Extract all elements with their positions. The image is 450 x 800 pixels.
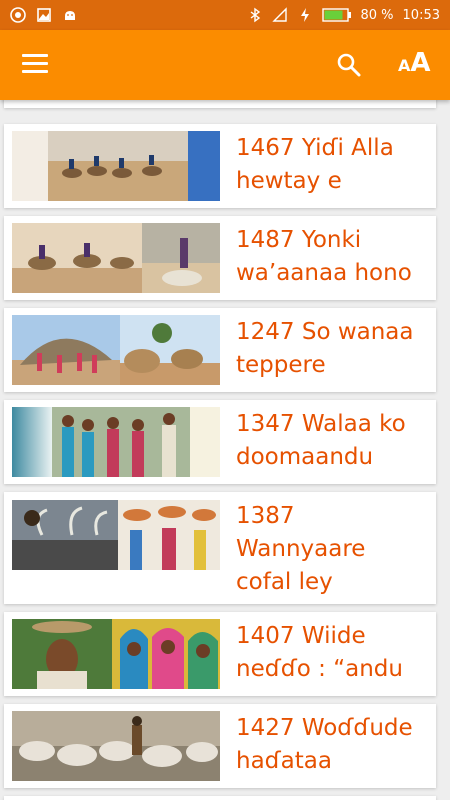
article-title: 1427 Woɗɗude haɗataa [236, 715, 413, 774]
bluetooth-icon [250, 7, 260, 23]
signal-icon [271, 7, 287, 22]
list-item[interactable]: 1487 Yonki wa’aanaa hono [4, 216, 436, 300]
article-title: 1387 Wannyaare cofal ley [236, 503, 366, 595]
status-bar: 80 % 10:53 [0, 0, 450, 30]
font-size-icon[interactable]: AA [398, 48, 431, 78]
image-notification-icon [37, 8, 51, 22]
list-item[interactable]: 1467 Yiɗi Alla hewtay e [4, 124, 436, 208]
list-item[interactable]: 1387 Wannyaare cofal ley [4, 492, 436, 604]
charging-icon [300, 8, 309, 22]
article-title: 1407 Wiide neɗɗo : “andu [236, 623, 403, 682]
list-item-partial[interactable] [4, 100, 436, 108]
article-thumbnail [12, 619, 220, 689]
article-title: 1347 Walaa ko doomaandu [236, 411, 406, 470]
article-title: 1467 Yiɗi Alla hewtay e [236, 135, 394, 194]
battery-icon [321, 8, 351, 22]
app-notification-icon [10, 7, 26, 23]
android-notification-icon [65, 11, 75, 20]
battery-percent: 80 % [360, 7, 394, 23]
article-thumbnail [12, 315, 220, 385]
list-item[interactable]: 1247 So wanaa teppere [4, 308, 436, 392]
list-item[interactable]: 1427 Woɗɗude haɗataa [4, 704, 436, 788]
article-title: 1247 So wanaa teppere [236, 319, 414, 378]
article-thumbnail [12, 500, 220, 570]
article-thumbnail [12, 223, 220, 293]
article-thumbnail [12, 407, 220, 477]
list-item[interactable]: 1407 Wiide neɗɗo : “andu [4, 612, 436, 696]
article-list: 1467 Yiɗi Alla hewtay e 1487 Yonki wa’aa… [0, 100, 450, 800]
list-item-partial[interactable] [4, 796, 436, 800]
app-bar: AA [0, 30, 450, 100]
search-icon[interactable] [336, 52, 362, 78]
list-item[interactable]: 1347 Walaa ko doomaandu [4, 400, 436, 484]
font-size-big-label: A [410, 48, 431, 78]
hamburger-menu-icon[interactable] [22, 54, 48, 76]
font-size-small-label: A [398, 56, 411, 75]
clock: 10:53 [402, 7, 440, 23]
article-thumbnail [12, 711, 220, 781]
article-title: 1487 Yonki wa’aanaa hono [236, 227, 412, 286]
article-thumbnail [12, 131, 220, 201]
